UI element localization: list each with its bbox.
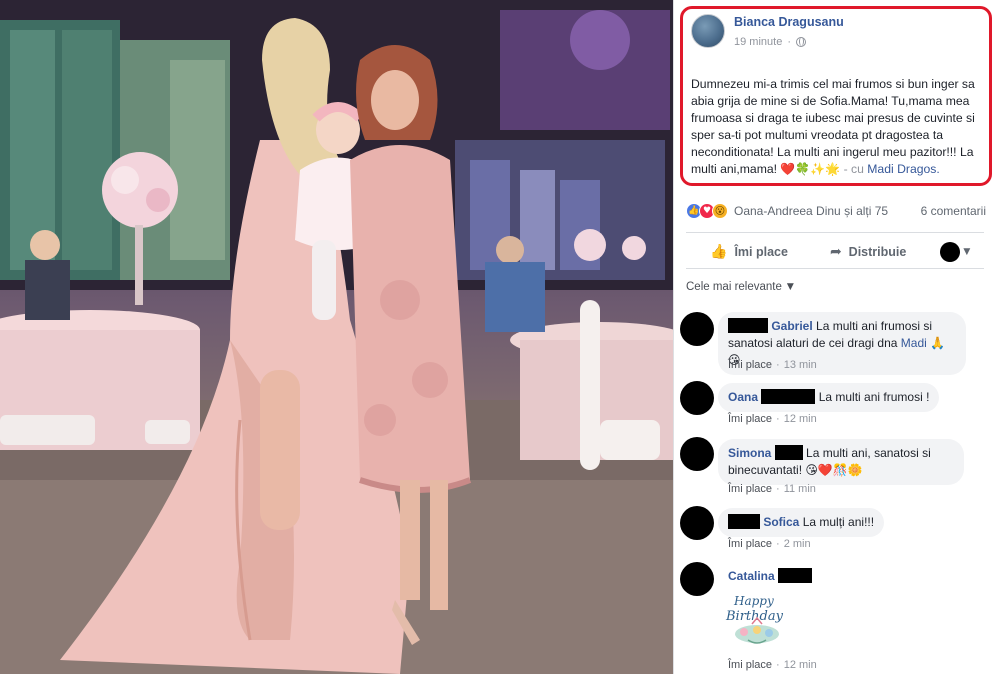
reaction-icons[interactable]: 👍 ♥ 😮 xyxy=(686,203,728,219)
commenter-avatar[interactable] xyxy=(680,312,714,346)
comment-header: Catalina xyxy=(728,568,813,583)
author-name[interactable]: Bianca Dragusanu xyxy=(734,15,844,29)
commenter-name[interactable]: Gabriel xyxy=(771,319,812,333)
reactions-summary[interactable]: Oana-Andreea Dinu și alți 75 xyxy=(734,204,888,218)
comment-time[interactable]: 12 min xyxy=(784,659,817,671)
comment-meta: Îmi place · 12 min xyxy=(728,659,817,671)
share-button-label: Distribuie xyxy=(848,245,907,259)
author-meta: Bianca Dragusanu 19 minute · xyxy=(734,15,844,48)
like-button[interactable]: 👍 Îmi place xyxy=(710,244,788,260)
comment-text: La multi ani frumosi ! xyxy=(818,390,930,404)
redacted-name xyxy=(774,445,803,460)
like-button-label: Îmi place xyxy=(734,245,788,259)
tag-prefix: - cu xyxy=(843,162,864,176)
comment-time[interactable]: 2 min xyxy=(784,538,811,550)
post-side-panel: Bianca Dragusanu 19 minute · Dumnezeu mi… xyxy=(673,0,996,674)
post-photo[interactable] xyxy=(0,0,673,674)
mention-link[interactable]: Madi xyxy=(901,336,927,350)
post-header: Bianca Dragusanu 19 minute · xyxy=(691,13,981,63)
dot-separator: · xyxy=(787,36,791,48)
comment-like-link[interactable]: Îmi place xyxy=(728,359,772,371)
commenter-name[interactable]: Catalina xyxy=(728,569,775,583)
divider xyxy=(686,232,984,233)
author-avatar[interactable] xyxy=(691,14,725,48)
sort-label: Cele mai relevante xyxy=(686,281,782,293)
comment-sort-dropdown[interactable]: Cele mai relevante ▼ xyxy=(686,281,794,293)
comment-emoji: 😘❤️🎊🌼 xyxy=(805,463,863,477)
viewer-avatar xyxy=(940,242,961,262)
comment-bubble: Sofica La mulți ani!!! xyxy=(718,508,885,537)
post-time[interactable]: 19 minute xyxy=(734,36,782,48)
commenter-avatar[interactable] xyxy=(680,506,714,540)
commenter-name[interactable]: Oana xyxy=(728,390,758,404)
reaction-as-selector[interactable]: ▼ xyxy=(940,242,970,262)
redacted-name xyxy=(728,514,760,529)
chevron-down-icon: ▼ xyxy=(786,282,794,292)
post-text: Dumnezeu mi-a trimis cel mai frumos si b… xyxy=(691,76,981,178)
share-arrow-icon: ➦ xyxy=(829,244,842,260)
tagged-person-link[interactable]: Madi Dragos. xyxy=(867,162,939,176)
globe-icon[interactable] xyxy=(795,37,806,47)
comment-like-link[interactable]: Îmi place xyxy=(728,659,772,671)
post-highlight-box: Bianca Dragusanu 19 minute · Dumnezeu mi… xyxy=(680,6,992,186)
commenter-avatar[interactable] xyxy=(680,381,714,415)
photo-scene xyxy=(0,0,673,674)
commenter-avatar[interactable] xyxy=(680,437,714,471)
chevron-down-icon: ▼ xyxy=(963,247,971,257)
share-button[interactable]: ➦ Distribuie xyxy=(830,244,906,260)
birthday-sticker[interactable]: Happy Birthday xyxy=(724,588,790,654)
comment-like-link[interactable]: Îmi place xyxy=(728,483,772,495)
comment-meta: Îmi place · 11 min xyxy=(728,483,816,495)
sticker-text-happy: Happy xyxy=(733,594,774,608)
post-time-row: 19 minute · xyxy=(734,36,844,48)
comment-bubble: Oana La multi ani frumosi ! xyxy=(718,383,940,412)
comment-meta: Îmi place · 2 min xyxy=(728,538,811,550)
wow-reaction-icon: 😮 xyxy=(712,203,728,219)
reactions-row: 👍 ♥ 😮 Oana-Andreea Dinu și alți 75 6 com… xyxy=(686,203,986,219)
comment-like-link[interactable]: Îmi place xyxy=(728,538,772,550)
birthday-sticker-art: Happy Birthday xyxy=(725,594,784,644)
post-actions: 👍 Îmi place ➦ Distribuie ▼ xyxy=(686,238,984,266)
comment-text: La mulți ani!!! xyxy=(802,515,875,529)
comment-meta: Îmi place · 12 min xyxy=(728,413,817,425)
divider xyxy=(686,268,984,269)
commenter-name[interactable]: Simona xyxy=(728,446,771,460)
commenter-name[interactable]: Sofica xyxy=(763,515,799,529)
comment-bubble: Simona La multi ani, sanatosi si binecuv… xyxy=(718,439,964,485)
comment-time[interactable]: 13 min xyxy=(784,359,817,371)
comments-count[interactable]: 6 comentarii xyxy=(921,204,986,218)
commenter-avatar[interactable] xyxy=(680,562,714,596)
redacted-name xyxy=(761,389,816,404)
redacted-name xyxy=(728,318,768,333)
comment-like-link[interactable]: Îmi place xyxy=(728,413,772,425)
post-emojis: ❤️🍀✨🌟 xyxy=(780,162,841,176)
redacted-name xyxy=(778,568,813,583)
comment-meta: Îmi place · 13 min xyxy=(728,359,817,371)
thumbs-up-icon: 👍 xyxy=(710,244,728,260)
comment-time[interactable]: 11 min xyxy=(784,483,816,495)
comment-time[interactable]: 12 min xyxy=(784,413,817,425)
